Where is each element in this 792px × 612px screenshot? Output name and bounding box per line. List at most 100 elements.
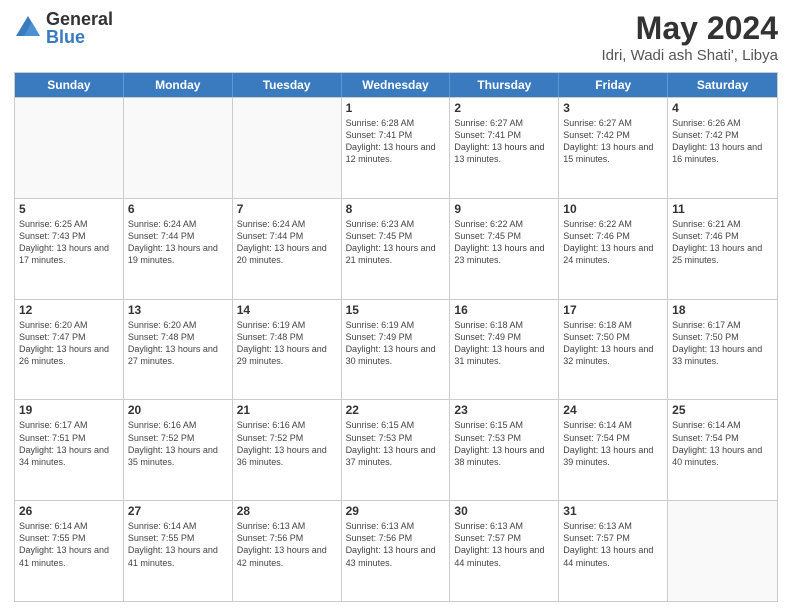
cal-row-4: 26 Sunrise: 6:14 AMSunset: 7:55 PMDayligh… [15, 500, 777, 601]
cal-cell: 30Sunrise: 6:13 AMSunset: 7:57 PMDayligh… [450, 501, 559, 601]
day-info: Sunrise: 6:22 AMSunset: 7:46 PMDaylight:… [563, 218, 663, 267]
cal-cell: 3 Sunrise: 6:27 AMSunset: 7:42 PMDaylight… [559, 98, 668, 198]
day-number: 12 [19, 303, 119, 317]
header-tuesday: Tuesday [233, 73, 342, 97]
day-number: 14 [237, 303, 337, 317]
cal-cell: 27 Sunrise: 6:14 AMSunset: 7:55 PMDayligh… [124, 501, 233, 601]
day-info: Sunrise: 6:13 AMSunset: 7:56 PMDaylight:… [237, 520, 337, 569]
day-number: 9 [454, 202, 554, 216]
day-info: Sunrise: 6:16 AMSunset: 7:52 PMDaylight:… [128, 419, 228, 468]
cal-cell: 20 Sunrise: 6:16 AMSunset: 7:52 PMDayligh… [124, 400, 233, 500]
day-info: Sunrise: 6:20 AMSunset: 7:48 PMDaylight:… [128, 319, 228, 368]
cal-cell: 18 Sunrise: 6:17 AMSunset: 7:50 PMDayligh… [668, 300, 777, 400]
cal-cell: 29 Sunrise: 6:13 AMSunset: 7:56 PMDayligh… [342, 501, 451, 601]
day-info: Sunrise: 6:14 AMSunset: 7:55 PMDaylight:… [128, 520, 228, 569]
day-info: Sunrise: 6:14 AMSunset: 7:54 PMDaylight:… [563, 419, 663, 468]
day-number: 18 [672, 303, 773, 317]
header-friday: Friday [559, 73, 668, 97]
day-info: Sunrise: 6:22 AMSunset: 7:45 PMDaylight:… [454, 218, 554, 267]
day-info: Sunrise: 6:17 AMSunset: 7:51 PMDaylight:… [19, 419, 119, 468]
day-number: 28 [237, 504, 337, 518]
day-number: 21 [237, 403, 337, 417]
day-number: 20 [128, 403, 228, 417]
header-thursday: Thursday [450, 73, 559, 97]
day-info: Sunrise: 6:24 AMSunset: 7:44 PMDaylight:… [237, 218, 337, 267]
cal-row-3: 19Sunrise: 6:17 AMSunset: 7:51 PMDayligh… [15, 399, 777, 500]
cal-cell: 22 Sunrise: 6:15 AMSunset: 7:53 PMDayligh… [342, 400, 451, 500]
cal-cell: 19Sunrise: 6:17 AMSunset: 7:51 PMDayligh… [15, 400, 124, 500]
calendar: Sunday Monday Tuesday Wednesday Thursday… [14, 72, 778, 602]
cal-cell [15, 98, 124, 198]
logo-general-text: General [46, 10, 113, 28]
logo: General Blue [14, 10, 113, 46]
day-number: 23 [454, 403, 554, 417]
day-number: 24 [563, 403, 663, 417]
day-number: 26 [19, 504, 119, 518]
day-info: Sunrise: 6:13 AMSunset: 7:56 PMDaylight:… [346, 520, 446, 569]
cal-cell: 10Sunrise: 6:22 AMSunset: 7:46 PMDayligh… [559, 199, 668, 299]
day-number: 5 [19, 202, 119, 216]
cal-cell: 2Sunrise: 6:27 AMSunset: 7:41 PMDaylight… [450, 98, 559, 198]
day-number: 7 [237, 202, 337, 216]
cal-cell: 8Sunrise: 6:23 AMSunset: 7:45 PMDaylight… [342, 199, 451, 299]
day-number: 30 [454, 504, 554, 518]
day-number: 3 [563, 101, 663, 115]
cal-cell: 5 Sunrise: 6:25 AMSunset: 7:43 PMDaylight… [15, 199, 124, 299]
header-monday: Monday [124, 73, 233, 97]
cal-cell: 15 Sunrise: 6:19 AMSunset: 7:49 PMDayligh… [342, 300, 451, 400]
day-number: 22 [346, 403, 446, 417]
cal-cell: 17 Sunrise: 6:18 AMSunset: 7:50 PMDayligh… [559, 300, 668, 400]
day-info: Sunrise: 6:26 AMSunset: 7:42 PMDaylight:… [672, 117, 773, 166]
logo-text: General Blue [46, 10, 113, 46]
cal-row-1: 5 Sunrise: 6:25 AMSunset: 7:43 PMDaylight… [15, 198, 777, 299]
day-number: 6 [128, 202, 228, 216]
day-number: 16 [454, 303, 554, 317]
day-number: 29 [346, 504, 446, 518]
cal-cell: 21 Sunrise: 6:16 AMSunset: 7:52 PMDayligh… [233, 400, 342, 500]
day-info: Sunrise: 6:14 AMSunset: 7:54 PMDaylight:… [672, 419, 773, 468]
title-location: Idri, Wadi ash Shati', Libya [601, 47, 778, 64]
day-number: 13 [128, 303, 228, 317]
day-number: 4 [672, 101, 773, 115]
header-saturday: Saturday [668, 73, 777, 97]
cal-cell: 4 Sunrise: 6:26 AMSunset: 7:42 PMDaylight… [668, 98, 777, 198]
cal-cell [124, 98, 233, 198]
day-number: 17 [563, 303, 663, 317]
cal-cell: 11Sunrise: 6:21 AMSunset: 7:46 PMDayligh… [668, 199, 777, 299]
logo-blue-text: Blue [46, 28, 113, 46]
logo-icon [14, 14, 42, 42]
day-info: Sunrise: 6:13 AMSunset: 7:57 PMDaylight:… [563, 520, 663, 569]
cal-cell: 14 Sunrise: 6:19 AMSunset: 7:48 PMDayligh… [233, 300, 342, 400]
cal-cell: 1 Sunrise: 6:28 AMSunset: 7:41 PMDaylight… [342, 98, 451, 198]
day-number: 27 [128, 504, 228, 518]
day-info: Sunrise: 6:20 AMSunset: 7:47 PMDaylight:… [19, 319, 119, 368]
day-info: Sunrise: 6:21 AMSunset: 7:46 PMDaylight:… [672, 218, 773, 267]
day-number: 31 [563, 504, 663, 518]
header-sunday: Sunday [15, 73, 124, 97]
day-info: Sunrise: 6:27 AMSunset: 7:41 PMDaylight:… [454, 117, 554, 166]
cal-cell: 28 Sunrise: 6:13 AMSunset: 7:56 PMDayligh… [233, 501, 342, 601]
day-info: Sunrise: 6:25 AMSunset: 7:43 PMDaylight:… [19, 218, 119, 267]
day-info: Sunrise: 6:28 AMSunset: 7:41 PMDaylight:… [346, 117, 446, 166]
title-month: May 2024 [601, 10, 778, 47]
day-info: Sunrise: 6:19 AMSunset: 7:48 PMDaylight:… [237, 319, 337, 368]
day-info: Sunrise: 6:15 AMSunset: 7:53 PMDaylight:… [346, 419, 446, 468]
cal-cell [233, 98, 342, 198]
cal-cell: 13 Sunrise: 6:20 AMSunset: 7:48 PMDayligh… [124, 300, 233, 400]
day-number: 25 [672, 403, 773, 417]
cal-cell: 16 Sunrise: 6:18 AMSunset: 7:49 PMDayligh… [450, 300, 559, 400]
day-info: Sunrise: 6:18 AMSunset: 7:50 PMDaylight:… [563, 319, 663, 368]
cal-cell: 31 Sunrise: 6:13 AMSunset: 7:57 PMDayligh… [559, 501, 668, 601]
cal-cell: 12 Sunrise: 6:20 AMSunset: 7:47 PMDayligh… [15, 300, 124, 400]
day-info: Sunrise: 6:19 AMSunset: 7:49 PMDaylight:… [346, 319, 446, 368]
day-info: Sunrise: 6:27 AMSunset: 7:42 PMDaylight:… [563, 117, 663, 166]
day-number: 1 [346, 101, 446, 115]
day-info: Sunrise: 6:16 AMSunset: 7:52 PMDaylight:… [237, 419, 337, 468]
day-info: Sunrise: 6:17 AMSunset: 7:50 PMDaylight:… [672, 319, 773, 368]
day-info: Sunrise: 6:23 AMSunset: 7:45 PMDaylight:… [346, 218, 446, 267]
day-info: Sunrise: 6:18 AMSunset: 7:49 PMDaylight:… [454, 319, 554, 368]
cal-cell: 25 Sunrise: 6:14 AMSunset: 7:54 PMDayligh… [668, 400, 777, 500]
header: General Blue May 2024 Idri, Wadi ash Sha… [14, 10, 778, 64]
day-info: Sunrise: 6:24 AMSunset: 7:44 PMDaylight:… [128, 218, 228, 267]
day-number: 15 [346, 303, 446, 317]
